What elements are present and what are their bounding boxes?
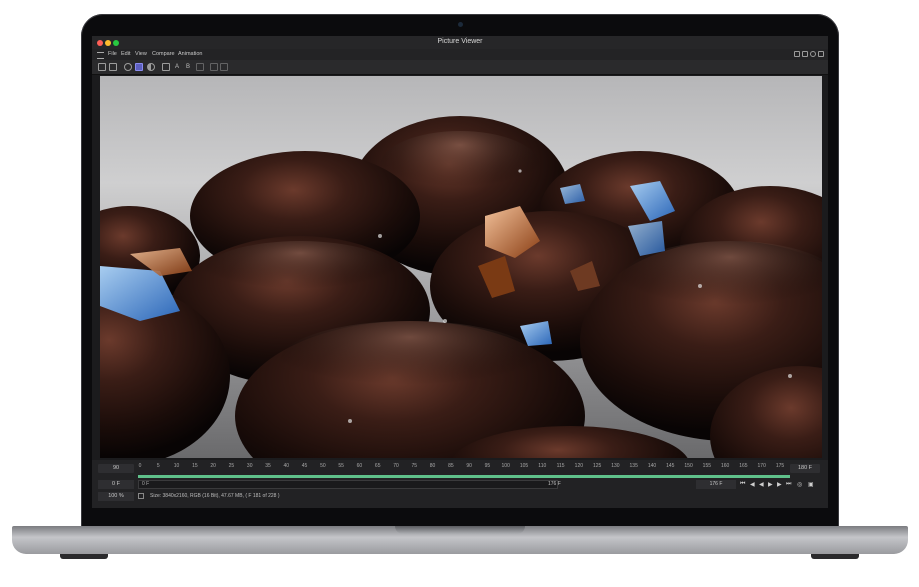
timeline-tick-label: 90	[466, 463, 472, 469]
timeline-tick-label: 95	[484, 463, 491, 469]
compare-mode-icon[interactable]	[135, 63, 143, 71]
timeline-tick-label: 145	[666, 463, 675, 469]
compare-a-button[interactable]: A	[173, 63, 181, 71]
timeline-tick-label: 130	[611, 463, 620, 469]
play-reverse-icon[interactable]: ◀	[759, 481, 764, 488]
range-end-label: 176 F	[548, 481, 561, 487]
frame-field[interactable]: 176 F	[696, 480, 736, 489]
swap-icon[interactable]	[196, 63, 204, 71]
image-info-text: Size: 3840x2160, RGB (16 Bit), 47.67 MB,…	[150, 493, 280, 499]
open-folder-icon[interactable]	[98, 63, 106, 71]
settings-icon[interactable]: ▣	[808, 481, 814, 488]
timeline-tick-label: 170	[757, 463, 766, 469]
timeline-tick-label: 125	[592, 463, 602, 469]
timeline-ruler[interactable]: 0 5 10 15 20 25 30 35 40 45 50 55 60 65 70 75 80 85 90 95 10…	[138, 463, 790, 478]
save-icon[interactable]	[109, 63, 117, 71]
timeline-tick-label: 150	[684, 463, 693, 469]
start-frame-field[interactable]: 90	[98, 464, 134, 473]
timeline-tick-label: 155	[702, 463, 712, 469]
playback-scrubber[interactable]: 0 F	[138, 480, 558, 489]
timeline-tick-label: 10	[173, 463, 180, 469]
search-icon[interactable]	[810, 51, 816, 57]
timeline-tick-label: 55	[338, 463, 344, 469]
timeline-tick-label: 160	[720, 463, 730, 469]
rendered-image	[100, 116, 822, 458]
timeline-tick-label: 20	[210, 463, 216, 469]
go-to-end-icon[interactable]: ⏭	[786, 481, 791, 488]
title-bar: Picture Viewer	[92, 36, 828, 49]
timeline-tick-label: 175	[775, 463, 785, 469]
timeline-tick-label: 35	[265, 463, 271, 469]
camera-icon	[458, 22, 463, 27]
timeline-tick-label: 40	[283, 463, 290, 469]
step-back-icon[interactable]: ◀	[750, 481, 755, 488]
end-frame-field[interactable]: 180 F	[790, 464, 820, 473]
timeline-tick-label: 25	[228, 463, 235, 469]
timeline-tick-label: 110	[538, 463, 547, 469]
play-icon[interactable]: ▶	[768, 481, 773, 488]
go-to-start-icon[interactable]: ⏮	[740, 481, 745, 488]
render-viewport[interactable]	[100, 76, 822, 458]
timeline-tick-label: 50	[320, 463, 326, 469]
lock-icon[interactable]	[818, 51, 824, 57]
timeline-tick-label: 15	[192, 463, 198, 469]
undo-icon[interactable]	[210, 63, 218, 71]
timeline-tick-label: 5	[156, 463, 160, 469]
view-channel-icon[interactable]	[124, 63, 132, 71]
laptop-opening-notch	[395, 526, 525, 534]
laptop-foot-left	[60, 554, 108, 559]
laptop-foot-right	[811, 554, 859, 559]
image-icon[interactable]	[162, 63, 170, 71]
timeline-tick-label: 45	[301, 463, 308, 469]
timeline-tick-label: 115	[556, 463, 565, 469]
timeline-tick-label: 0	[138, 463, 142, 469]
picture-viewer-window: Picture Viewer File Edit View Compare An…	[92, 36, 828, 508]
playback-row: 0 F 0 F 176 F 176 F ⏮ ◀ ◀ ▶ ▶ ⏭ ◎ ▣	[92, 480, 828, 490]
layout-split-icon[interactable]	[794, 51, 800, 57]
menu-file[interactable]: File	[108, 51, 117, 57]
status-row: 100 % Size: 3840x2160, RGB (16 Bit), 47.…	[92, 492, 828, 502]
window-title: Picture Viewer	[437, 38, 483, 45]
current-frame-field[interactable]: 0 F	[98, 480, 134, 489]
step-forward-icon[interactable]: ▶	[777, 481, 782, 488]
menu-view[interactable]: View	[135, 51, 147, 57]
external-window-icon[interactable]	[802, 51, 808, 57]
timeline-tick-label: 100	[501, 463, 510, 469]
contrast-icon[interactable]	[147, 63, 155, 71]
timeline-tick-label: 105	[519, 463, 529, 469]
timeline-tick-label: 140	[647, 463, 657, 469]
toolbar: A B	[92, 60, 828, 75]
menu-compare[interactable]: Compare	[152, 51, 175, 57]
menu-bar: File Edit View Compare Animation	[92, 49, 828, 60]
loop-icon[interactable]: ◎	[797, 481, 802, 488]
timeline-range-bar[interactable]	[138, 475, 790, 478]
timeline-panel: 90 0 5 10 15 20 25 30 35 40 45 50 55 60 65 70 75 80 85 90 9…	[92, 460, 828, 508]
timeline-tick-label: 70	[393, 463, 399, 469]
timeline-tick-label: 30	[246, 463, 253, 469]
timeline-tick-label: 60	[356, 463, 363, 469]
redo-icon[interactable]	[220, 63, 228, 71]
menu-animation[interactable]: Animation	[178, 51, 202, 57]
timeline-tick-label: 75	[411, 463, 418, 469]
window-layout-icons	[794, 51, 824, 57]
timeline-tick-label: 85	[448, 463, 454, 469]
timeline-tick-label: 65	[374, 463, 381, 469]
timeline-tick-label: 120	[574, 463, 584, 469]
timeline-tick-label: 165	[739, 463, 748, 469]
menu-edit[interactable]: Edit	[121, 51, 130, 57]
timeline-tick-label: 80	[429, 463, 436, 469]
compare-b-button[interactable]: B	[184, 63, 192, 71]
hamburger-menu-icon[interactable]	[97, 52, 104, 59]
timeline-tick-label: 135	[629, 463, 638, 469]
zoom-field[interactable]: 100 %	[98, 492, 134, 501]
info-icon[interactable]	[138, 493, 144, 499]
